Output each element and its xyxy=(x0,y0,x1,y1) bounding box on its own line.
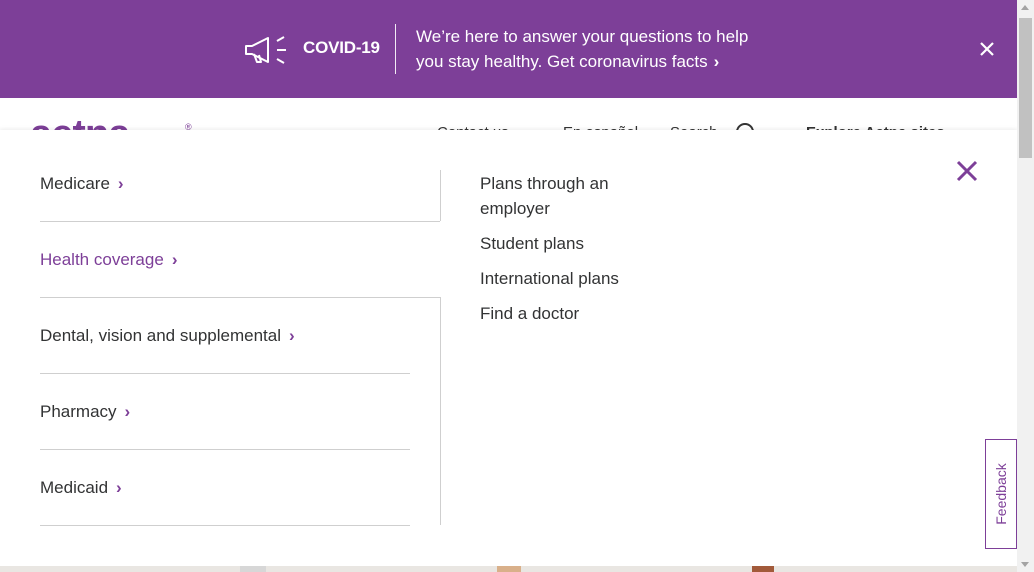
column-divider xyxy=(440,170,441,221)
megaphone-icon xyxy=(245,36,286,64)
menu-divider xyxy=(40,449,410,450)
page-content-peek xyxy=(0,566,1017,572)
menu-item-label: Health coverage xyxy=(40,250,164,269)
covid-banner: COVID-19 We’re here to answer your quest… xyxy=(0,0,1017,98)
close-icon[interactable] xyxy=(955,159,979,183)
chevron-right-icon: › xyxy=(288,326,295,345)
menu-item-label: Pharmacy xyxy=(40,402,117,421)
banner-message-line2[interactable]: you stay healthy. Get coronavirus facts xyxy=(416,52,708,71)
scrollbar-thumb[interactable] xyxy=(1019,18,1032,158)
menu-divider xyxy=(40,221,440,222)
menu-divider xyxy=(40,297,440,298)
vertical-scrollbar[interactable] xyxy=(1017,0,1034,572)
menu-divider xyxy=(40,525,410,526)
site-header: aetna ® Contact us En español Search Exp… xyxy=(0,98,1017,132)
feedback-label: Feedback xyxy=(993,463,1009,525)
banner-divider xyxy=(395,24,396,74)
content-image-peek xyxy=(240,566,266,572)
column-divider xyxy=(440,297,441,525)
menu-item-medicaid[interactable]: Medicaid › xyxy=(40,478,122,498)
menu-item-label: Medicare xyxy=(40,174,110,193)
aetna-logo[interactable]: aetna xyxy=(30,112,130,132)
menu-item-label: Medicaid xyxy=(40,478,109,497)
sublink-plans-through-employer[interactable]: Plans through an employer xyxy=(480,171,640,221)
chevron-right-icon: › xyxy=(713,52,720,71)
chevron-right-icon: › xyxy=(117,174,124,193)
sublink-find-a-doctor[interactable]: Find a doctor xyxy=(480,301,640,326)
chevron-right-icon: › xyxy=(124,402,131,421)
scroll-up-arrow-icon[interactable] xyxy=(1021,5,1029,10)
sublink-international-plans[interactable]: International plans xyxy=(480,266,640,291)
menu-item-pharmacy[interactable]: Pharmacy › xyxy=(40,402,130,422)
menu-item-dental-vision[interactable]: Dental, vision and supplemental › xyxy=(40,326,295,346)
close-icon[interactable] xyxy=(976,38,998,60)
scroll-down-arrow-icon[interactable] xyxy=(1021,562,1029,567)
menu-item-label: Dental, vision and supplemental xyxy=(40,326,281,345)
content-image-peek xyxy=(752,566,774,572)
chevron-right-icon: › xyxy=(171,250,178,269)
mega-menu-panel: Medicare › Health coverage › Dental, visio… xyxy=(0,130,1017,566)
menu-item-health-coverage[interactable]: Health coverage › xyxy=(40,250,177,270)
menu-divider xyxy=(40,373,410,374)
sublink-student-plans[interactable]: Student plans xyxy=(480,231,640,256)
banner-title: COVID-19 xyxy=(303,38,380,57)
chevron-right-icon: › xyxy=(116,478,122,497)
banner-message[interactable]: We’re here to answer your questions to h… xyxy=(416,24,776,74)
menu-item-medicare[interactable]: Medicare › xyxy=(40,174,124,194)
feedback-tab[interactable]: Feedback xyxy=(985,439,1017,549)
content-image-peek xyxy=(497,566,521,572)
banner-message-line1: We’re here to answer your questions to h… xyxy=(416,27,749,46)
